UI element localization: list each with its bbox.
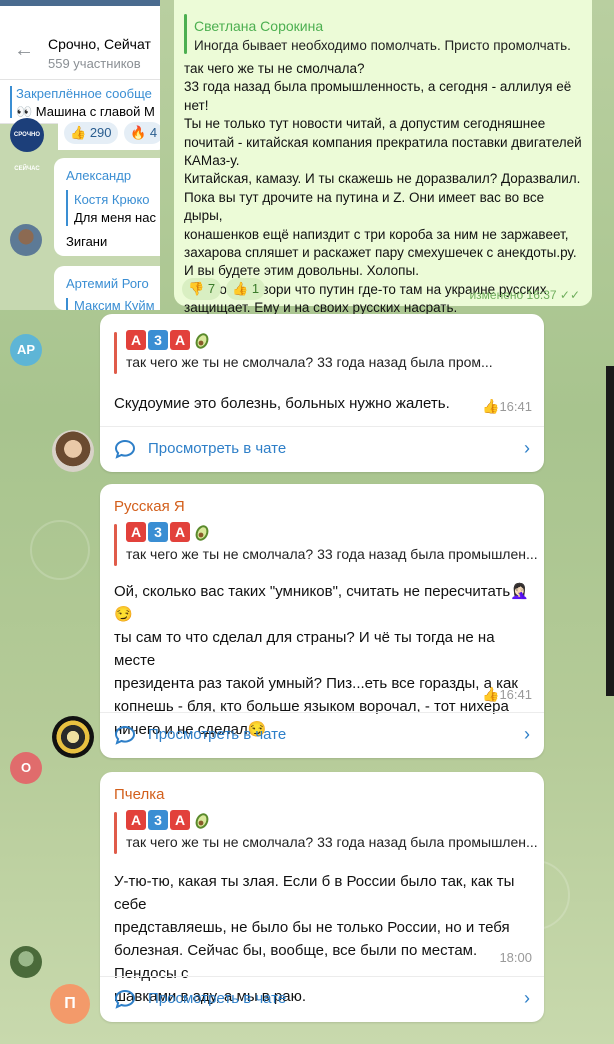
message-text: Зигани xyxy=(66,234,108,249)
view-in-chat-label: Просмотреть в чате xyxy=(148,726,287,743)
reply-accent-bar xyxy=(114,524,117,566)
reaction-chip-fire[interactable]: 🔥 4 xyxy=(124,122,160,144)
comment-card[interactable]: Пчелка А3А так чего же ты не смолчала? 3… xyxy=(100,772,544,1022)
background-doodle xyxy=(30,520,90,580)
letter-a-emoji: А xyxy=(170,810,190,830)
channel-window-fragment: ← Срочно, Сейчат 559 участников Закреплё… xyxy=(0,0,160,310)
message-author[interactable]: Артемий Рого xyxy=(66,276,149,291)
chevron-right-icon: › xyxy=(524,724,530,744)
reply-text: так чего же ты не смолчала? 33 года наза… xyxy=(126,834,538,850)
thumbs-up-icon: 👍 xyxy=(482,686,500,702)
reply-text: так чего же ты не смолчала? 33 года наза… xyxy=(126,546,538,562)
channel-title[interactable]: Срочно, Сейчат xyxy=(48,36,151,52)
user-photo-avatar[interactable] xyxy=(52,716,94,758)
letter-a-emoji: А xyxy=(126,522,146,542)
quote-accent-bar xyxy=(184,14,187,54)
view-in-chat-button[interactable]: Просмотреть в чате › xyxy=(100,976,544,1022)
double-check-icon: ✓✓ xyxy=(559,288,580,302)
comment-bubble-icon xyxy=(114,725,136,745)
comment-author[interactable]: Русская Я xyxy=(114,498,185,515)
reply-preview[interactable]: А3А так чего же ты не смолчала? 33 года … xyxy=(114,810,538,856)
chevron-right-icon: › xyxy=(524,988,530,1008)
quote-author[interactable]: Светлана Сорокина xyxy=(194,18,323,34)
letter-a-emoji: А xyxy=(126,330,146,350)
comment-bubble-icon xyxy=(114,439,136,459)
reply-preview[interactable]: А3А так чего же ты не смолчала? 33 года … xyxy=(114,330,534,376)
comment-bubble-icon xyxy=(114,989,136,1009)
quote-text: Иногда бывает необходимо помолчать. Прис… xyxy=(194,38,571,53)
user-avatar[interactable] xyxy=(10,224,42,256)
comment-time: 👍16:41 xyxy=(482,686,532,702)
pinned-title: Закреплённое сообще xyxy=(16,86,152,101)
reaction-chip-thumbs-down[interactable]: 👎 7 xyxy=(182,278,222,300)
back-arrow-icon[interactable]: ← xyxy=(14,40,34,60)
side-message[interactable]: Артемий Рого Максим Куйм xyxy=(54,266,160,310)
avocado-icon xyxy=(192,522,212,542)
reply-preview[interactable]: А3А так чего же ты не смолчала? 33 года … xyxy=(114,522,538,568)
avocado-icon xyxy=(192,330,212,350)
reply-text: так чего же ты не смолчала? 33 года наза… xyxy=(126,354,493,370)
reply-accent-bar xyxy=(114,332,117,374)
avatar-letter[interactable]: О xyxy=(10,752,42,784)
view-in-chat-button[interactable]: Просмотреть в чате › xyxy=(100,712,544,758)
avatar-letter[interactable]: П xyxy=(50,984,90,1024)
comment-card[interactable]: Русская Я А3А так чего же ты не смолчала… xyxy=(100,484,544,758)
chevron-right-icon: › xyxy=(524,438,530,458)
message-author[interactable]: Александр xyxy=(66,168,131,183)
letter-a-emoji: А xyxy=(170,522,190,542)
reaction-chip-thumbs-up[interactable]: 👍 290 xyxy=(64,122,118,144)
view-in-chat-label: Просмотреть в чате xyxy=(148,440,287,457)
digit-three-emoji: 3 xyxy=(148,810,168,830)
reply-emoji-prefix: А3А xyxy=(126,522,212,544)
reply-author: Костя Крюко xyxy=(74,192,150,207)
view-in-chat-label: Просмотреть в чате xyxy=(148,990,287,1007)
reply-emoji-prefix: А3А xyxy=(126,330,212,352)
reply-accent-bar xyxy=(66,298,68,310)
comment-card[interactable]: А3А так чего же ты не смолчала? 33 года … xyxy=(100,314,544,472)
side-message[interactable]: Александр Костя Крюко Для меня нас Зиган… xyxy=(54,158,160,256)
reply-text: Для меня нас xyxy=(74,210,156,225)
comment-text: Скудоумие это болезнь, больных нужно жал… xyxy=(114,395,450,412)
user-photo-avatar[interactable] xyxy=(10,946,42,978)
digit-three-emoji: 3 xyxy=(148,522,168,542)
avocado-icon xyxy=(192,810,212,830)
message-edited-time: изменено 16:37 ✓✓ xyxy=(469,288,580,302)
letter-a-emoji: А xyxy=(126,810,146,830)
quoted-outgoing-message[interactable]: Светлана Сорокина Иногда бывает необходи… xyxy=(174,0,592,315)
user-photo-avatar[interactable] xyxy=(52,430,94,472)
reply-emoji-prefix: А3А xyxy=(126,810,212,832)
comment-time: 👍16:41 xyxy=(482,398,532,414)
avatar-letter[interactable]: АР xyxy=(10,334,42,366)
reply-author: Максим Куйм xyxy=(74,298,155,310)
pinned-accent-bar xyxy=(10,86,12,118)
digit-three-emoji: 3 xyxy=(148,330,168,350)
view-in-chat-button[interactable]: Просмотреть в чате › xyxy=(100,426,544,472)
window-edge xyxy=(606,366,614,696)
channel-member-count: 559 участников xyxy=(48,56,141,71)
thumbs-up-icon: 👍 xyxy=(482,398,500,414)
reply-accent-bar xyxy=(114,812,117,854)
reply-accent-bar xyxy=(66,190,68,226)
comment-time: 18:00 xyxy=(499,950,532,965)
letter-a-emoji: А xyxy=(170,330,190,350)
channel-avatar[interactable]: СРОЧНО СЕЙЧАС xyxy=(10,118,44,172)
channel-post-reactions: 👍 290 🔥 4 xyxy=(58,116,160,150)
reaction-chip-thumbs-up[interactable]: 👍 1 xyxy=(226,278,266,300)
channel-header: ← Срочно, Сейчат 559 участников xyxy=(0,6,160,80)
comment-author[interactable]: Пчелка xyxy=(114,786,164,803)
